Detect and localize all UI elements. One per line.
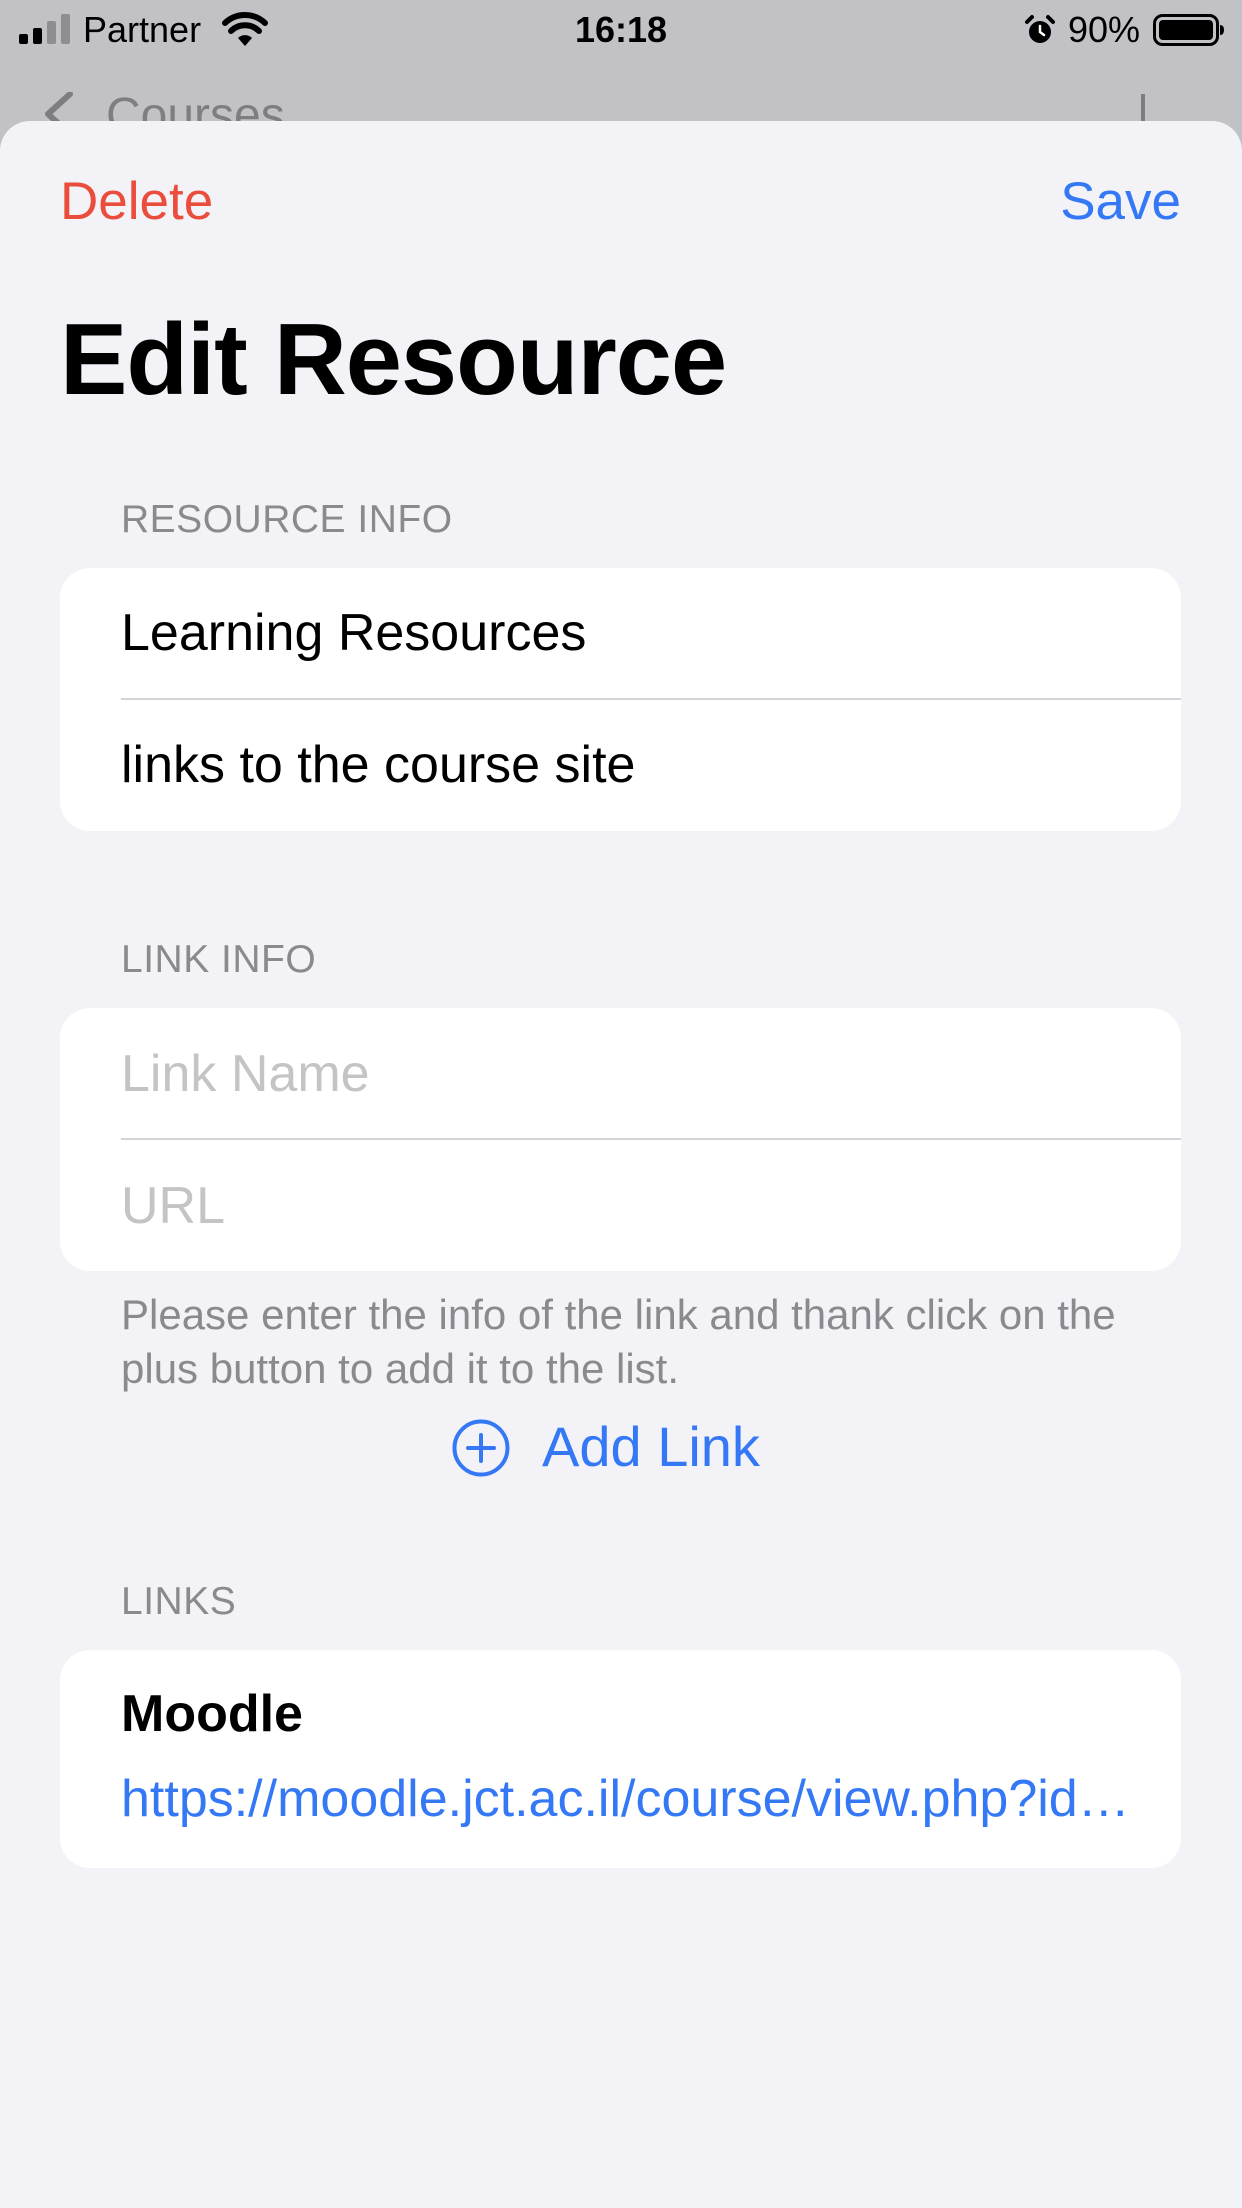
list-item[interactable]: Moodle https://moodle.jct.ac.il/course/v…: [60, 1650, 1181, 1868]
save-button[interactable]: Save: [1060, 171, 1181, 233]
links-card: Moodle https://moodle.jct.ac.il/course/v…: [60, 1650, 1181, 1868]
link-item-url[interactable]: https://moodle.jct.ac.il/course/view.php…: [121, 1767, 1131, 1831]
status-bar: Partner 16:18 90%: [0, 0, 1242, 62]
background-navigation-bar: Courses: [0, 62, 1242, 122]
background-back-title: Courses: [106, 89, 285, 122]
resource-description-field[interactable]: links to the course site: [121, 700, 635, 831]
url-row[interactable]: [60, 1140, 1181, 1271]
plus-circle-icon: [452, 1419, 510, 1477]
resource-name-row[interactable]: Learning Resources: [60, 568, 1181, 699]
links-header: LINKS: [121, 1580, 237, 1623]
resource-info-header: RESOURCE INFO: [121, 498, 453, 541]
resource-description-row[interactable]: links to the course site: [60, 700, 1181, 831]
link-name-input[interactable]: [121, 1008, 1121, 1139]
add-link-label: Add Link: [542, 1415, 760, 1478]
chevron-left-icon: [45, 92, 73, 122]
battery-icon: [1153, 14, 1224, 46]
link-item-name: Moodle: [121, 1685, 303, 1743]
edit-resource-sheet: Delete Save Edit Resource RESOURCE INFO …: [0, 121, 1242, 2208]
link-info-footer: Please enter the info of the link and th…: [121, 1291, 1116, 1392]
link-info-card: [60, 1008, 1181, 1271]
link-info-header: LINK INFO: [121, 938, 317, 981]
alarm-clock-icon: [1025, 15, 1055, 43]
link-name-row[interactable]: [60, 1008, 1181, 1139]
resource-name-field[interactable]: Learning Resources: [121, 568, 586, 699]
resource-info-card: Learning Resources links to the course s…: [60, 568, 1181, 831]
background-nav-button: [1141, 94, 1145, 122]
delete-button[interactable]: Delete: [60, 171, 213, 233]
url-input[interactable]: [121, 1140, 1121, 1271]
battery-percent: 90%: [1068, 9, 1141, 50]
page-title: Edit Resource: [60, 304, 727, 416]
